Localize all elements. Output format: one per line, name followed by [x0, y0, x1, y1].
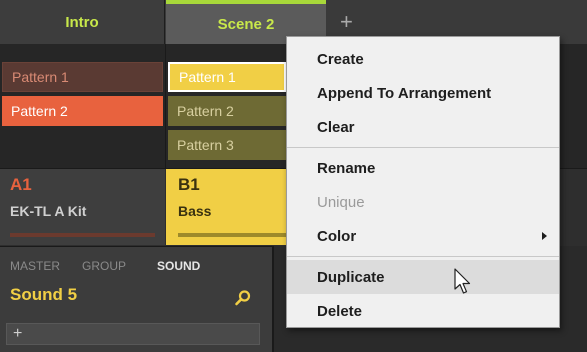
add-scene-button[interactable]: +	[340, 10, 360, 34]
menu-item-create[interactable]: Create	[287, 42, 559, 76]
pattern-label: Pattern 1	[179, 69, 236, 85]
pattern-label: Pattern 2	[177, 103, 234, 119]
scene-tab-intro[interactable]: Intro	[0, 0, 165, 44]
context-menu: Create Append To Arrangement Clear Renam…	[286, 36, 560, 328]
menu-item-unique: Unique	[287, 185, 559, 219]
menu-item-label: Create	[317, 50, 364, 68]
menu-item-rename[interactable]: Rename	[287, 151, 559, 185]
group-id: B1	[178, 175, 200, 194]
group-slot-b1[interactable]: B1 Bass	[166, 169, 291, 245]
menu-item-label: Delete	[317, 302, 363, 320]
menu-item-label: Duplicate	[317, 268, 385, 286]
group-level-bar	[178, 233, 288, 237]
menu-item-delete[interactable]: Delete	[287, 294, 559, 328]
tab-master[interactable]: MASTER	[10, 259, 60, 273]
pattern-divider	[165, 44, 166, 168]
tab-sound[interactable]: SOUND	[157, 259, 200, 273]
pattern-slot-col2-3[interactable]: Pattern 3	[168, 130, 286, 160]
menu-item-label: Append To Arrangement	[317, 84, 492, 102]
pattern-slot-col2-1[interactable]: Pattern 1	[168, 62, 286, 92]
menu-item-label: Rename	[317, 159, 376, 177]
search-icon[interactable]	[234, 289, 252, 307]
pattern-slot-col1-2[interactable]: Pattern 2	[2, 96, 163, 126]
group-id: A1	[10, 175, 32, 194]
group-slot-a1[interactable]: A1 EK-TL A Kit	[0, 169, 165, 245]
menu-separator	[287, 256, 559, 257]
sound-panel: MASTER GROUP SOUND Sound 5 +	[0, 246, 272, 352]
menu-item-label: Clear	[317, 118, 355, 136]
pattern-slot-col1-1[interactable]: Pattern 1	[2, 62, 163, 92]
menu-item-label: Color	[317, 227, 357, 245]
pattern-label: Pattern 2	[11, 103, 68, 119]
menu-item-color[interactable]: Color	[287, 219, 559, 253]
group-level-bar	[10, 233, 155, 237]
add-scene-label: +	[340, 9, 353, 34]
menu-separator	[287, 147, 559, 148]
menu-item-clear[interactable]: Clear	[287, 110, 559, 144]
menu-item-duplicate[interactable]: Duplicate	[287, 260, 559, 294]
sound-name[interactable]: Sound 5	[10, 285, 77, 305]
mouse-pointer-icon	[454, 268, 472, 296]
pattern-label: Pattern 3	[177, 137, 234, 153]
group-name: Bass	[178, 203, 212, 219]
scene-tab-label: Intro	[65, 13, 99, 31]
scene-tab-label: Scene 2	[217, 15, 275, 33]
add-sound-label: +	[13, 325, 23, 342]
pattern-label: Pattern 1	[12, 69, 69, 85]
menu-item-append-to-arrangement[interactable]: Append To Arrangement	[287, 76, 559, 110]
group-name: EK-TL A Kit	[10, 203, 87, 219]
pattern-slot-col2-2[interactable]: Pattern 2	[168, 96, 286, 126]
add-sound-button[interactable]: +	[6, 323, 260, 345]
chevron-right-icon	[542, 232, 547, 240]
tab-group[interactable]: GROUP	[82, 259, 126, 273]
menu-item-label: Unique	[317, 193, 365, 211]
